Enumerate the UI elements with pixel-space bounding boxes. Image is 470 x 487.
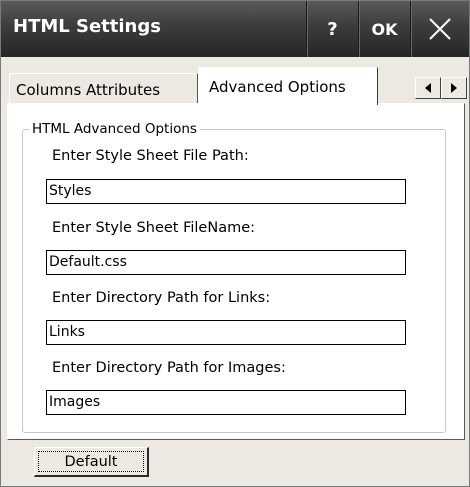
tab-scroll-right-button[interactable] (441, 77, 467, 99)
tab-scroll-left-button[interactable] (415, 77, 441, 99)
group-legend: HTML Advanced Options (29, 121, 200, 137)
html-settings-dialog: HTML Settings ? OK Columns Attributes Ad… (0, 0, 470, 487)
help-button-label: ? (327, 18, 338, 40)
ok-button[interactable]: OK (358, 1, 410, 57)
title-bar: HTML Settings ? OK (1, 1, 469, 57)
close-icon (429, 18, 451, 40)
tab-advanced-options[interactable]: Advanced Options (198, 67, 378, 105)
window-title: HTML Settings (13, 16, 161, 37)
links-directory-label: Enter Directory Path for Links: (52, 290, 271, 306)
close-button[interactable] (410, 1, 469, 57)
tab-columns-attributes[interactable]: Columns Attributes (9, 73, 198, 103)
style-sheet-filename-input[interactable]: Default.css (46, 250, 406, 275)
arrow-right-icon (451, 83, 457, 93)
ok-button-label: OK (371, 19, 398, 39)
links-directory-input[interactable]: Links (46, 320, 406, 345)
tab-advanced-options-label: Advanced Options (209, 78, 346, 96)
advanced-options-panel: HTML Advanced Options Enter Style Sheet … (7, 103, 465, 440)
tab-columns-attributes-label: Columns Attributes (16, 81, 161, 99)
style-sheet-path-input[interactable]: Styles (46, 179, 406, 204)
images-directory-label: Enter Directory Path for Images: (52, 360, 286, 376)
default-button[interactable]: Default (34, 447, 149, 477)
html-advanced-options-group: HTML Advanced Options (22, 121, 446, 433)
images-directory-input[interactable]: Images (46, 390, 406, 415)
style-sheet-filename-label: Enter Style Sheet FileName: (52, 220, 256, 236)
arrow-left-icon (425, 83, 431, 93)
help-button[interactable]: ? (306, 1, 358, 57)
focus-rectangle (38, 451, 144, 472)
tab-scroll-buttons (415, 77, 470, 99)
style-sheet-path-label: Enter Style Sheet File Path: (52, 148, 249, 164)
